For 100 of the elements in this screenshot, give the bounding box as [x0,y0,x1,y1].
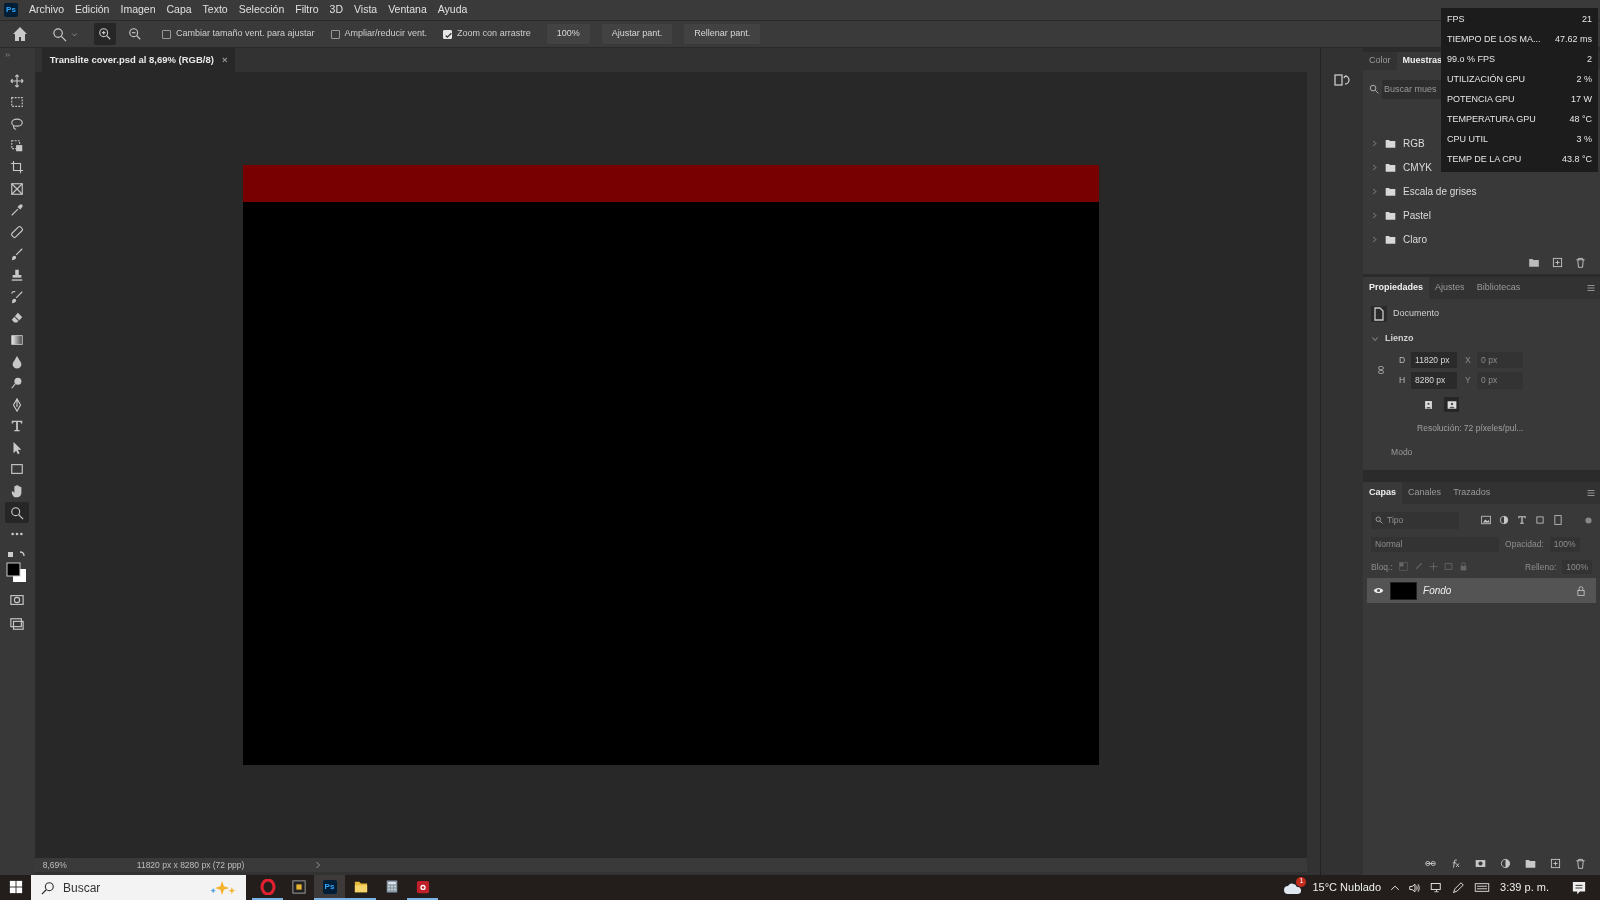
color-swatches-icon[interactable] [6,551,29,584]
zoom-icon[interactable] [52,26,67,42]
keyboard-icon[interactable] [1473,882,1492,893]
link-icon[interactable] [1425,858,1436,869]
search-icon [1375,516,1384,525]
smart-object-icon[interactable] [1553,515,1564,526]
home-icon[interactable] [12,26,28,42]
toggle-icon[interactable] [1585,516,1592,524]
network-icon[interactable] [1430,881,1444,894]
crop-icon [10,160,25,175]
input-field[interactable]: 8280 px [1411,372,1458,389]
swatch-group[interactable]: Claro [1403,231,1427,247]
frame-icon [10,181,25,196]
speaker-icon[interactable] [1409,881,1422,894]
checkbox-label: Ampliar/reducir vent. [344,27,428,41]
fill-label: Relleno: [1525,560,1557,574]
folder-icon [1384,137,1398,149]
menu-item[interactable]: Ayuda [437,2,468,18]
document-tab[interactable]: Translite cover.psd al 8,69% (RGB/8) [49,52,214,68]
move-icon [10,73,25,88]
lock-icon[interactable] [1576,585,1586,596]
filter-field[interactable]: Tipo [1371,512,1460,529]
menu-item[interactable]: Ventana [388,2,427,18]
weather-text[interactable]: 15°C Nublado [1312,879,1382,896]
new-icon[interactable] [1550,858,1561,869]
mask-icon[interactable] [1475,858,1486,869]
swatch-group[interactable]: Escala de grises [1403,183,1477,199]
checkmark-icon [444,30,454,40]
menu-item[interactable]: Capa [166,2,192,18]
menu-icon[interactable] [1586,284,1596,292]
metric-label: FPS [1447,13,1465,27]
image-icon[interactable] [1481,515,1492,526]
menu-item[interactable]: Vista [354,2,378,18]
tool-button[interactable] [5,501,30,524]
folder-icon[interactable] [1528,257,1540,268]
folder-icon [1384,233,1398,245]
metric-value: 48 °C [1569,113,1592,127]
zoom-level: 8,69% [42,858,67,872]
folder-icon [1384,161,1398,173]
zoom-button[interactable]: Ajustar pant. [601,24,673,44]
panel-tab[interactable]: Canales [1402,482,1448,504]
checkbox[interactable] [330,29,340,39]
panel-tab[interactable]: Ajustes [1429,277,1471,299]
fill-field[interactable]: 100% [1562,559,1592,575]
search-field[interactable]: Buscar [31,875,246,900]
new-icon[interactable] [1552,257,1563,268]
panel-tab[interactable]: Trazados [1447,482,1497,504]
opacity-field[interactable]: 100% [1549,536,1580,552]
menu-item[interactable]: Imagen [120,2,156,18]
calculator-icon [385,879,398,894]
metric-value: 21 [1582,13,1592,27]
type-icon[interactable] [1517,515,1528,526]
folder-icon [1384,209,1398,221]
menu-item[interactable]: Selección [238,2,285,18]
panel-tab[interactable]: Bibliotecas [1470,277,1527,299]
menu-icon[interactable] [1586,489,1596,497]
zoom-in-button[interactable] [94,23,116,45]
menu-item[interactable]: Texto [202,2,228,18]
adjustment-icon[interactable] [1499,515,1510,526]
chevron-icon[interactable] [1371,334,1380,343]
section-title[interactable]: Lienzo [1385,332,1414,346]
menu-item[interactable]: Edición [75,2,110,18]
zoom-level-field[interactable]: 100% [546,24,590,44]
menu-item[interactable]: Filtro [295,2,319,18]
close-button[interactable]: × [221,52,228,68]
blend-mode-dropdown[interactable]: Normal [1371,536,1500,552]
metric-label: TEMP DE LA CPU [1447,153,1522,167]
folder-icon[interactable] [1525,858,1536,869]
taskbar-app[interactable]: Ps [314,875,345,900]
metric-label: UTILIZACIÓN GPU [1447,73,1525,87]
pen-icon[interactable] [1452,881,1465,894]
trash-icon[interactable] [1575,257,1586,268]
swatch-group[interactable]: Pastel [1403,207,1431,223]
input-field[interactable]: 11820 px [1411,351,1458,369]
brush-icon [10,289,25,304]
panel-tab[interactable]: Capas [1363,482,1403,504]
zoom-button[interactable]: Rellenar pant. [684,24,761,44]
checkbox[interactable] [162,29,171,39]
shape-icon[interactable] [1535,515,1546,526]
menu-item[interactable]: Archivo [29,2,64,18]
effects-icon[interactable] [1450,858,1461,869]
screen-mode-icon[interactable] [10,617,25,632]
metric-value: 17 W [1571,93,1592,107]
trash-icon[interactable] [1575,858,1586,869]
quick-mask-icon[interactable] [10,593,25,608]
tile-icon [291,879,306,894]
lasso-icon [10,117,25,131]
metric-value: 47.62 ms [1554,33,1592,47]
panel-tab[interactable]: Color [1363,52,1397,70]
swatch-group[interactable]: RGB [1403,135,1425,151]
clock-time[interactable]: 3:39 p. m. [1500,879,1549,896]
history-icon[interactable] [1334,72,1351,88]
landscape-button[interactable] [1444,397,1460,412]
swatch-group[interactable]: CMYK [1403,159,1432,175]
notification-icon[interactable] [1572,880,1586,895]
panel-tab[interactable]: Propiedades [1363,277,1430,299]
layer-row[interactable]: Fondo [1367,578,1596,604]
gradient-icon [10,332,25,347]
menu-item[interactable]: 3D [329,2,344,18]
adjustment-icon[interactable] [1500,858,1511,869]
